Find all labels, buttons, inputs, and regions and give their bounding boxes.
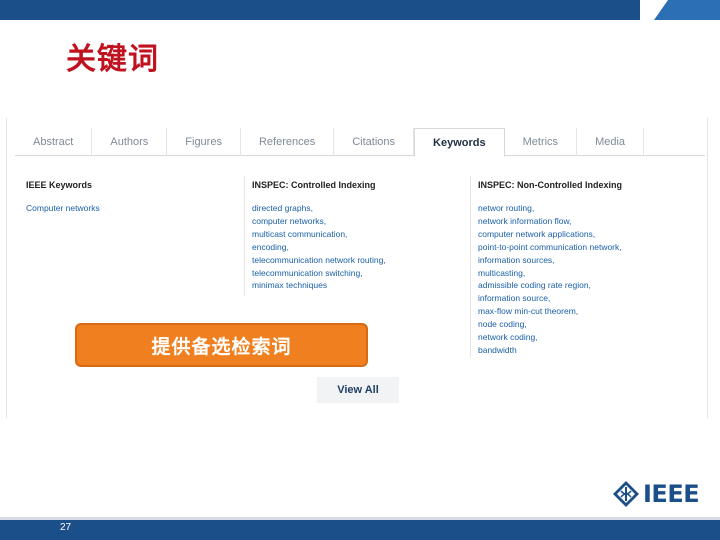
ieee-logo-text: IEEE <box>643 480 700 508</box>
footer-bar <box>0 517 720 540</box>
keyword-link[interactable]: information source, <box>478 292 698 305</box>
ieee-keywords-column: IEEE Keywords Computer networks <box>26 180 236 215</box>
tab-authors[interactable]: Authors <box>92 128 168 156</box>
inspec-noncontrolled-heading: INSPEC: Non-Controlled Indexing <box>478 180 622 190</box>
tab-media[interactable]: Media <box>577 128 645 156</box>
ieee-diamond-icon <box>613 481 639 507</box>
inspec-noncontrolled-column: INSPEC: Non-Controlled Indexing networ r… <box>478 180 698 357</box>
keyword-link[interactable]: telecommunication switching, <box>252 267 467 280</box>
slide-title: 关键词 <box>66 42 159 77</box>
keyword-link[interactable]: bandwidth <box>478 344 698 357</box>
top-banner-light <box>654 0 720 20</box>
keyword-link[interactable]: network coding, <box>478 331 698 344</box>
keyword-link[interactable]: multicast communication, <box>252 228 467 241</box>
keyword-link[interactable]: computer networks, <box>252 215 467 228</box>
view-all-button[interactable]: View All <box>317 377 399 403</box>
keyword-link[interactable]: networ routing, <box>478 202 698 215</box>
tab-abstract[interactable]: Abstract <box>15 128 93 156</box>
keyword-link[interactable]: node coding, <box>478 318 698 331</box>
tab-figures[interactable]: Figures <box>167 128 241 156</box>
keyword-link[interactable]: admissible coding rate region, <box>478 279 698 292</box>
keyword-link[interactable]: max-flow min-cut theorem, <box>478 305 698 318</box>
ieee-keywords-heading: IEEE Keywords <box>26 180 93 190</box>
inspec-controlled-list: directed graphs, computer networks, multic… <box>252 202 467 292</box>
column-divider <box>244 176 245 296</box>
callout-box: 提供备选检索词 <box>75 323 368 367</box>
page-number: 27 <box>60 522 72 533</box>
keyword-link[interactable]: Computer networks <box>26 202 236 215</box>
keyword-link[interactable]: point-to-point communication network, <box>478 241 698 254</box>
column-divider <box>470 176 471 358</box>
keyword-link[interactable]: computer network applications, <box>478 228 698 241</box>
top-banner-dark <box>0 0 640 20</box>
inspec-controlled-heading: INSPEC: Controlled Indexing <box>252 180 376 190</box>
keywords-panel: Abstract Authors Figures References Cita… <box>6 118 708 418</box>
tab-bar: Abstract Authors Figures References Cita… <box>15 128 705 157</box>
keyword-link[interactable]: multicasting, <box>478 267 698 280</box>
ieee-keywords-list: Computer networks <box>26 202 236 215</box>
tab-keywords[interactable]: Keywords <box>414 128 505 157</box>
keyword-link[interactable]: telecommunication network routing, <box>252 254 467 267</box>
keyword-link[interactable]: encoding, <box>252 241 467 254</box>
top-banner <box>0 0 720 20</box>
tab-citations[interactable]: Citations <box>334 128 415 156</box>
footer-stripe <box>0 517 720 520</box>
inspec-noncontrolled-list: networ routing, network information flow,… <box>478 202 698 357</box>
ieee-logo: IEEE <box>612 478 700 510</box>
tab-references[interactable]: References <box>241 128 335 156</box>
keyword-link[interactable]: information sources, <box>478 254 698 267</box>
tab-metrics[interactable]: Metrics <box>505 128 578 156</box>
keyword-link[interactable]: network information flow, <box>478 215 698 228</box>
keyword-link[interactable]: minimax techniques <box>252 279 467 292</box>
keyword-link[interactable]: directed graphs, <box>252 202 467 215</box>
